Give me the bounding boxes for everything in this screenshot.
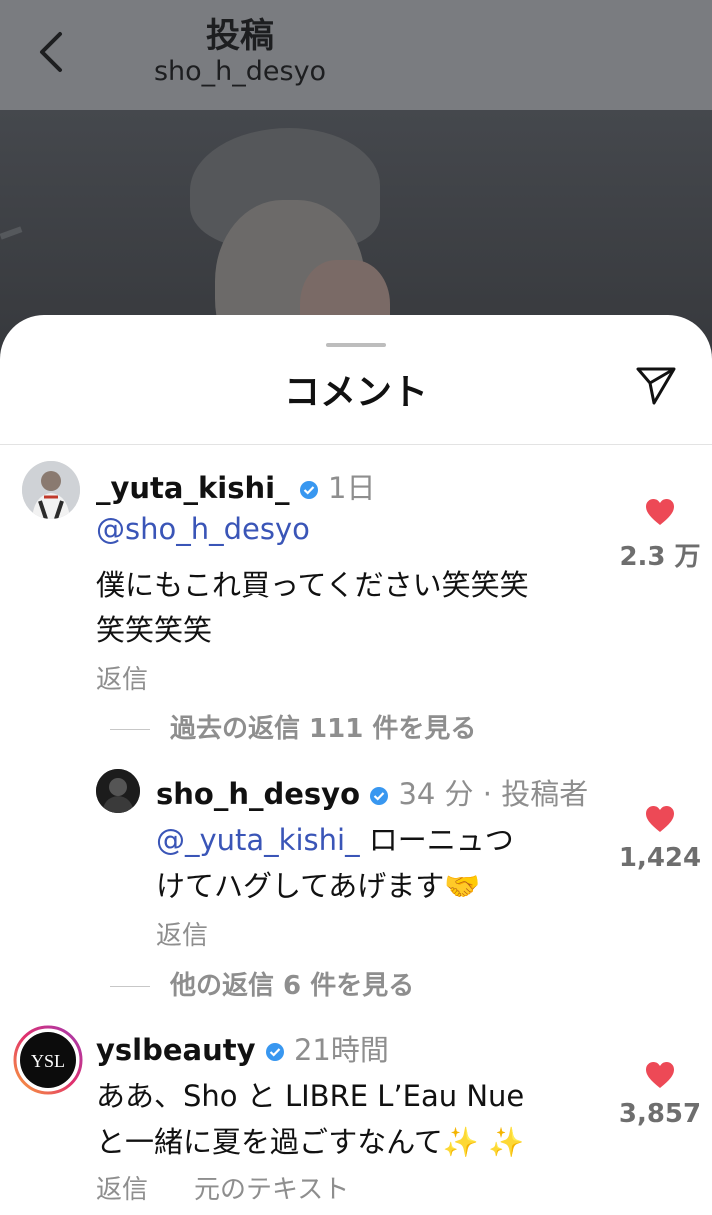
header-title: 投稿 bbox=[206, 16, 274, 56]
comment-text: けてハグしてあげます🤝 bbox=[156, 869, 481, 903]
heart-icon[interactable] bbox=[645, 805, 675, 833]
see-original-button[interactable]: 元のテキスト bbox=[194, 1169, 349, 1206]
sheet-title: コメント bbox=[283, 372, 428, 413]
like-control: 3,857 bbox=[600, 1061, 712, 1129]
comment-text: ああ、Sho と LIBRE L’Eau Nue bbox=[96, 1079, 525, 1113]
post-header: 投稿 sho_h_desyo bbox=[0, 0, 712, 110]
like-control: 2.3 万 bbox=[600, 498, 712, 573]
comment-text: 僕にもこれ買ってください笑笑笑 bbox=[96, 568, 529, 602]
avatar[interactable] bbox=[96, 769, 140, 813]
view-replies-button[interactable]: 他の返信 6 件を見る bbox=[110, 965, 414, 1002]
avatar[interactable]: YSL bbox=[13, 1025, 83, 1095]
comment-mention[interactable]: @_yuta_kishi_ bbox=[156, 823, 360, 857]
verified-badge-icon bbox=[265, 1043, 284, 1061]
ysl-logo: YSL bbox=[31, 1051, 65, 1071]
view-replies-label: 過去の返信 111 件を見る bbox=[170, 714, 477, 744]
comment-text: ローニュつ bbox=[359, 823, 514, 857]
like-count: 3,857 bbox=[618, 1099, 702, 1129]
view-replies-label: 他の返信 6 件を見る bbox=[170, 971, 415, 1001]
send-icon[interactable] bbox=[632, 361, 680, 409]
heart-icon[interactable] bbox=[645, 1061, 675, 1089]
comment-text: 笑笑笑笑 bbox=[96, 613, 213, 647]
header-username[interactable]: sho_h_desyo bbox=[0, 56, 480, 87]
heart-icon[interactable] bbox=[645, 498, 675, 526]
comment-time: 1日 bbox=[328, 471, 376, 505]
comment-mention[interactable]: @sho_h_desyo bbox=[96, 512, 310, 546]
reply-button[interactable]: 返信 bbox=[96, 659, 148, 696]
comment-username[interactable]: sho_h_desyo bbox=[156, 777, 360, 811]
verified-badge-icon bbox=[370, 787, 389, 805]
sheet-divider bbox=[0, 444, 712, 445]
like-count: 1,424 bbox=[618, 843, 702, 873]
reply-button[interactable]: 返信 bbox=[96, 1169, 148, 1206]
view-replies-button[interactable]: 過去の返信 111 件を見る bbox=[110, 708, 476, 745]
sheet-grabber[interactable] bbox=[326, 343, 386, 347]
verified-badge-icon bbox=[299, 481, 318, 499]
comment-username[interactable]: _yuta_kishi_ bbox=[96, 471, 290, 505]
comment-time: 21時間 bbox=[293, 1033, 389, 1067]
comments-sheet: コメント _yuta_kishi_ 1日 @sho_h_desyo 僕にもこれ買… bbox=[0, 315, 712, 1215]
like-control: 1,424 bbox=[600, 805, 712, 873]
comment-username[interactable]: yslbeauty bbox=[96, 1033, 256, 1067]
divider-dash bbox=[110, 986, 150, 987]
reply-button[interactable]: 返信 bbox=[156, 915, 208, 952]
comment-time: 34 分 · 投稿者 bbox=[398, 777, 589, 811]
avatar[interactable] bbox=[22, 461, 80, 519]
like-count: 2.3 万 bbox=[619, 542, 701, 572]
divider-dash bbox=[110, 729, 150, 730]
comment-text: と一緒に夏を過ごすなんて✨ ✨ bbox=[96, 1125, 525, 1159]
